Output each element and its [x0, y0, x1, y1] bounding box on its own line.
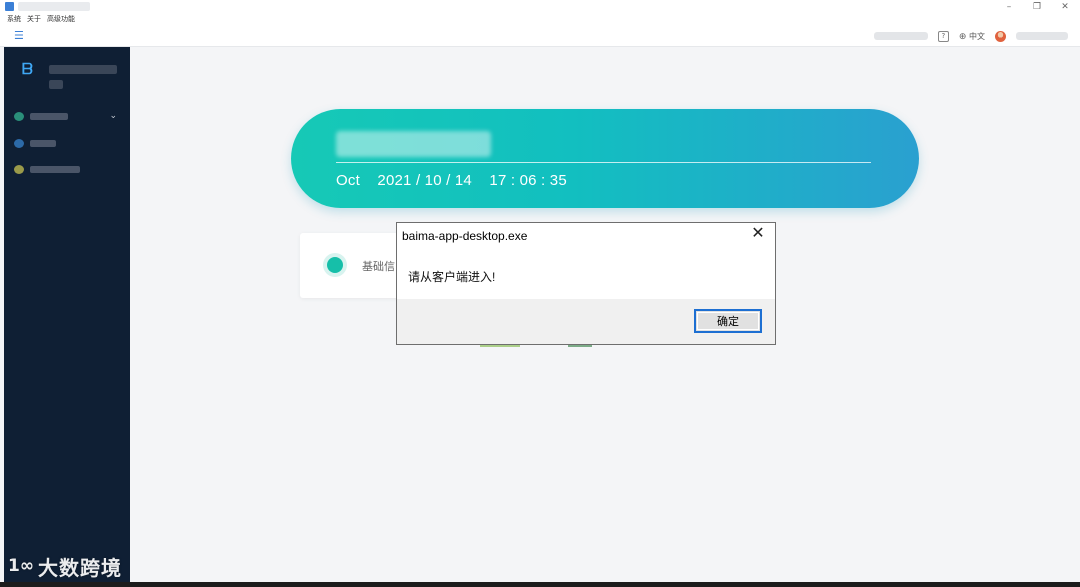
sidebar-item-3[interactable] [14, 163, 80, 175]
status-dot-icon [327, 257, 343, 273]
taskbar [0, 582, 1080, 587]
watermark: 1∞ 大数跨境 [8, 551, 122, 581]
nav-label-redacted [30, 139, 56, 147]
ok-button[interactable]: 确定 [694, 309, 762, 333]
username-redacted-large [336, 131, 491, 157]
sidebar-item-1[interactable]: ⌄ [14, 110, 126, 122]
window-title-redacted [18, 2, 90, 11]
welcome-banner: Oct 2021 / 10 / 14 17 : 06 : 35 [291, 109, 919, 208]
avatar-icon[interactable] [995, 30, 1006, 42]
brand-logo-icon: ᗷ [22, 60, 33, 78]
window-controls: – ❐ ✕ [1004, 0, 1070, 13]
window-titlebar: – ❐ ✕ [0, 0, 1080, 13]
language-switch[interactable]: ⊕ 中文 [959, 31, 985, 42]
top-toolbar: ☰ ? ⊕ 中文 [0, 25, 1080, 47]
help-icon[interactable]: ? [937, 30, 949, 42]
language-label: 中文 [969, 31, 985, 41]
company-name-redacted [873, 32, 928, 40]
watermark-logo: 1∞ [8, 556, 34, 576]
nav-icon [14, 138, 24, 148]
menu-item-system[interactable]: 系统 [7, 14, 21, 24]
minimize-icon[interactable]: – [1004, 2, 1014, 12]
app-icon [5, 2, 14, 11]
brand-name-redacted [49, 65, 117, 74]
chevron-down-icon: ⌄ [109, 111, 117, 121]
watermark-text: 大数跨境 [38, 555, 122, 580]
nav-icon [14, 164, 24, 174]
menu-item-advanced[interactable]: 高级功能 [47, 14, 75, 24]
sidebar: ᗷ ⌄ [4, 47, 130, 582]
nav-label-redacted [30, 112, 68, 120]
message-text: 请从客户端进入! [408, 270, 496, 284]
nav-label-redacted [30, 165, 80, 173]
menu-toggle-icon[interactable]: ☰ [14, 30, 26, 41]
close-icon[interactable]: ✕ [749, 225, 767, 243]
current-datetime: Oct 2021 / 10 / 14 17 : 06 : 35 [336, 172, 567, 189]
menu-bar: 系统 关于 高级功能 [0, 13, 1080, 25]
brand-name-redacted-2 [49, 80, 63, 89]
info-card-label: 基础信 [362, 260, 395, 273]
menu-item-about[interactable]: 关于 [27, 14, 41, 24]
close-window-icon[interactable]: ✕ [1060, 2, 1070, 12]
banner-divider [336, 162, 871, 163]
globe-icon: ⊕ [958, 31, 967, 42]
sidebar-item-2[interactable] [14, 137, 56, 149]
nav-icon [14, 111, 24, 121]
restore-icon[interactable]: ❐ [1032, 2, 1042, 12]
username-redacted[interactable] [1016, 32, 1068, 40]
toolbar-right: ? ⊕ 中文 [873, 29, 1068, 43]
message-box: baima-app-desktop.exe ✕ 请从客户端进入! 确定 [396, 222, 776, 345]
message-box-title: baima-app-desktop.exe [402, 229, 528, 243]
